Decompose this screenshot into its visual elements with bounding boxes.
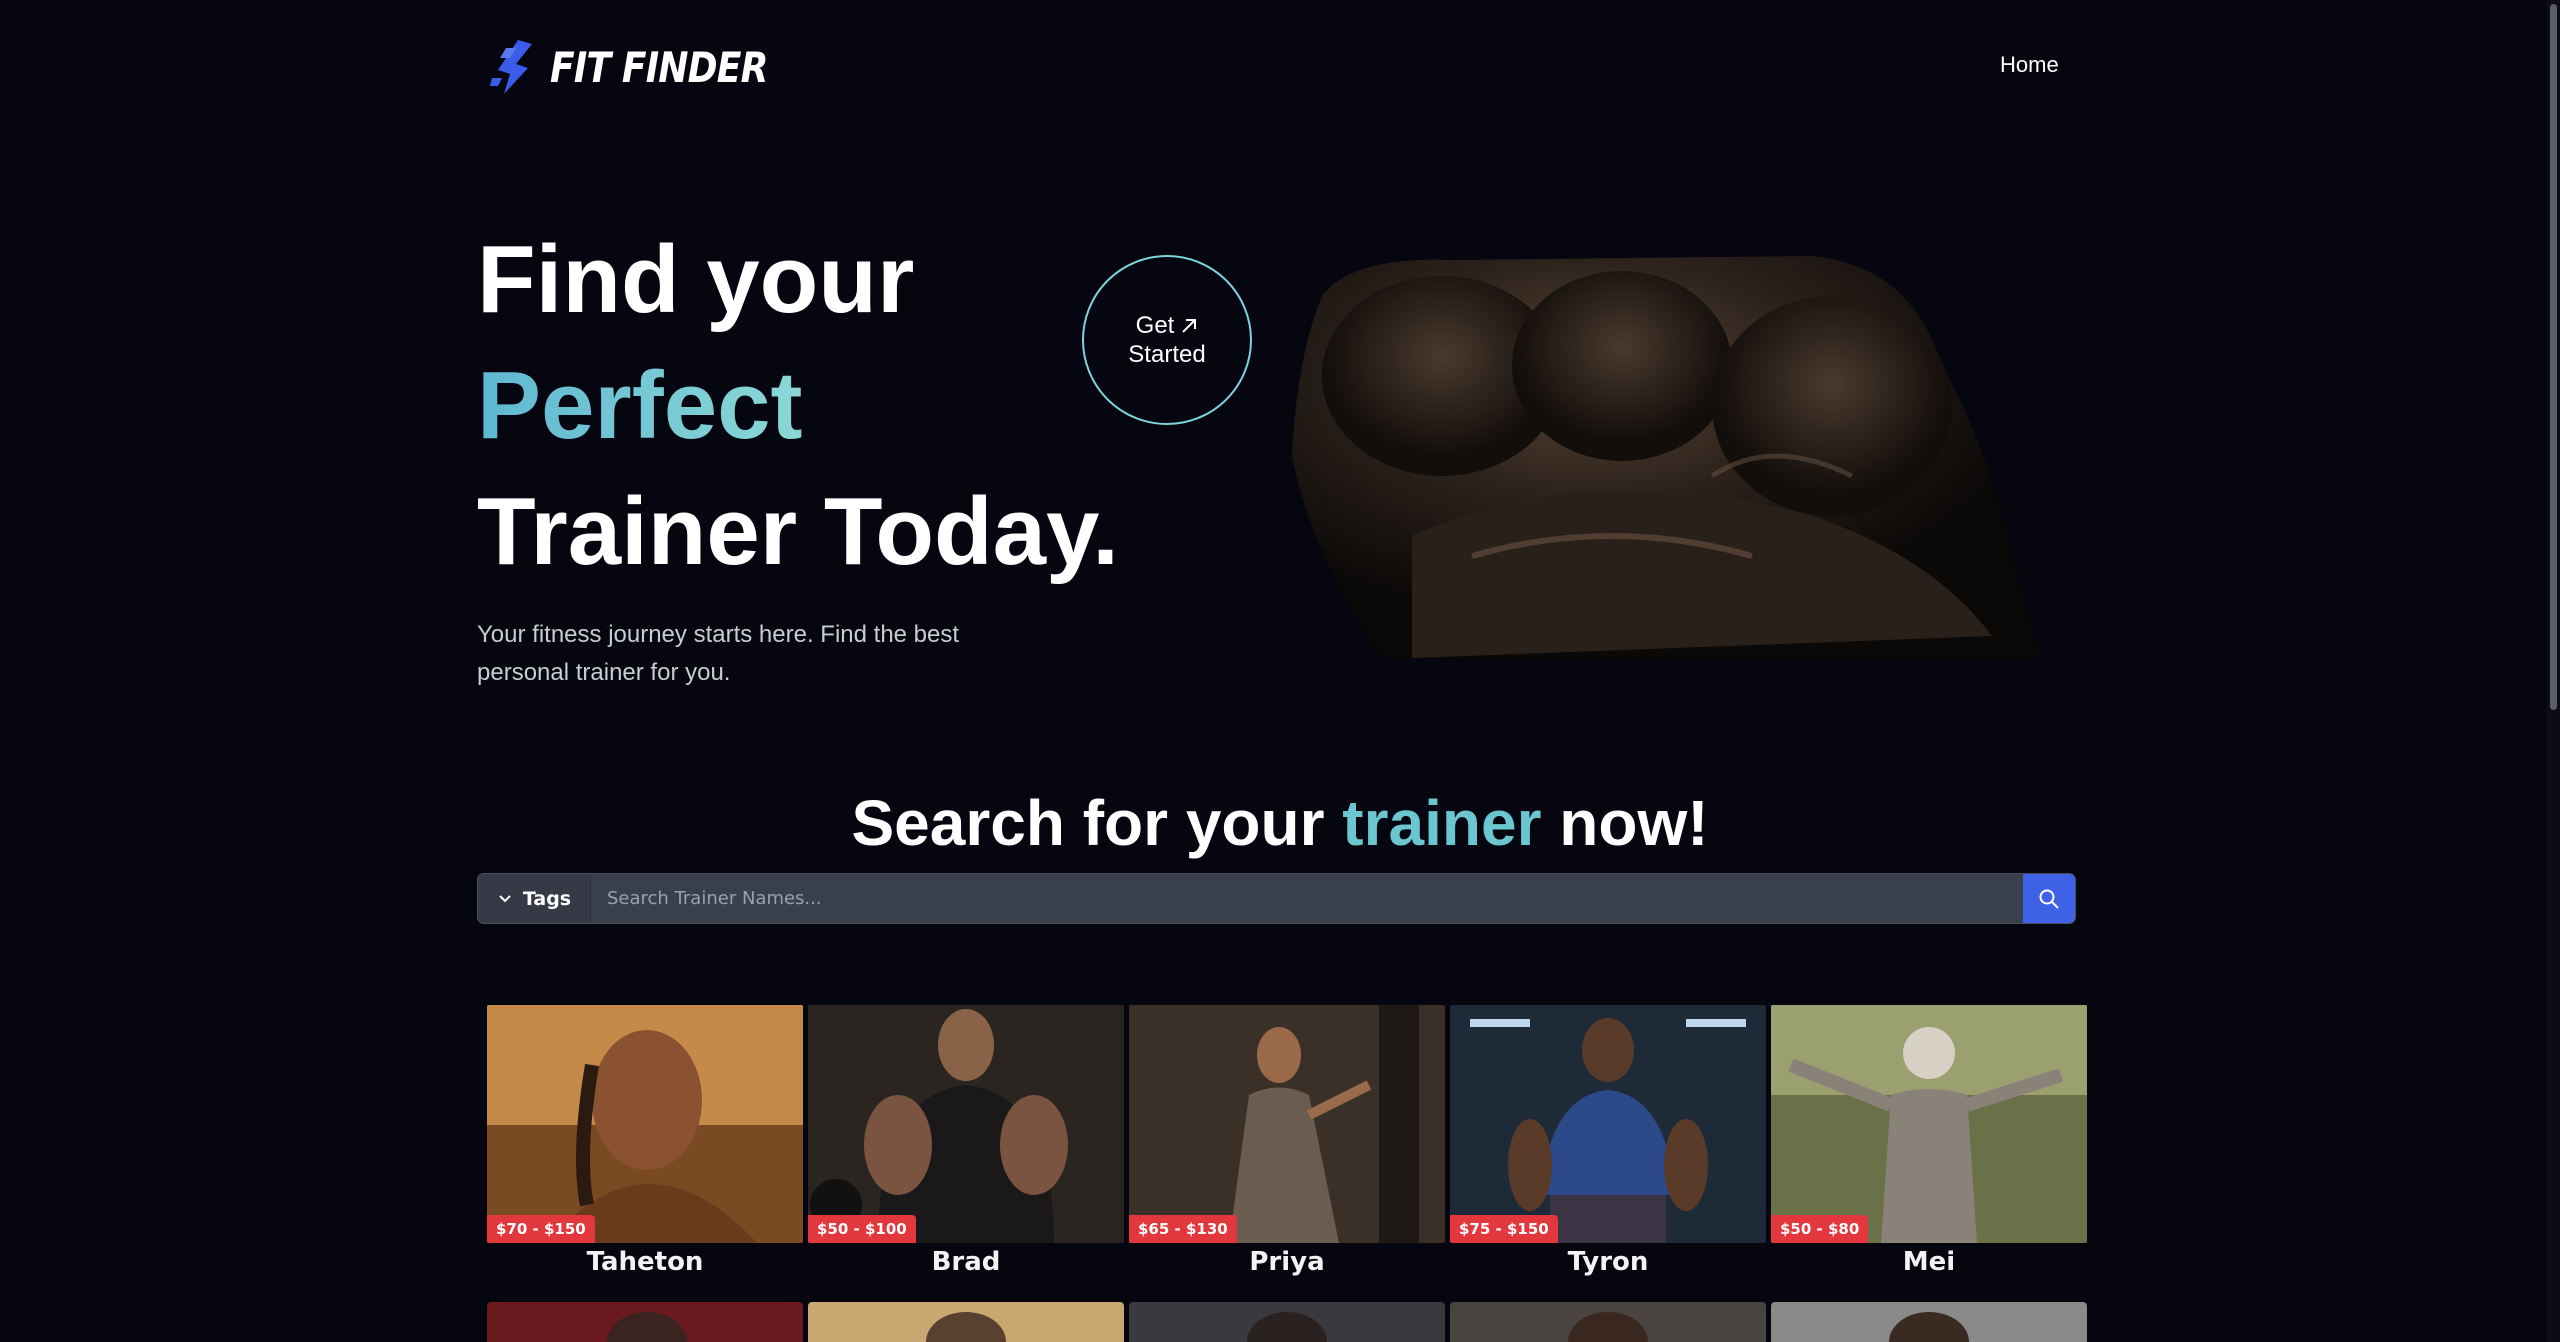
trainer-name: Mei bbox=[1902, 1247, 1956, 1277]
hero-subtitle: Your fitness journey starts here. Find t… bbox=[477, 621, 960, 686]
trainer-card-photo-partial[interactable] bbox=[808, 1302, 1124, 1342]
search-heading-part-2: now! bbox=[1559, 787, 1709, 859]
trainer-card[interactable]: $70 - $150 Taheton bbox=[487, 1005, 803, 1277]
price-badge: $70 - $150 bbox=[487, 1215, 595, 1243]
trainer-card-photo-partial[interactable] bbox=[1771, 1302, 2087, 1342]
tags-dropdown[interactable]: Tags bbox=[478, 874, 591, 923]
trainer-card[interactable]: $50 - $80 Mei bbox=[1771, 1005, 2087, 1277]
hero-title-line-1: Find your bbox=[477, 226, 915, 333]
cta-label-line-1: Get bbox=[1135, 312, 1175, 339]
trainer-photo: $65 - $130 bbox=[1129, 1005, 1445, 1243]
trainer-name: Taheton bbox=[586, 1247, 704, 1277]
trainer-card-photo-partial[interactable] bbox=[487, 1302, 803, 1342]
search-heading: Search for your trainer now! bbox=[0, 786, 2560, 860]
trainer-photo: $50 - $80 bbox=[1771, 1005, 2087, 1243]
logo-text: FIT FINDER bbox=[550, 42, 768, 92]
trainer-photo: $50 - $100 bbox=[808, 1005, 1124, 1243]
chevron-down-icon bbox=[499, 894, 511, 902]
trainer-card[interactable]: $50 - $100 Brad bbox=[808, 1005, 1124, 1277]
logo[interactable]: FIT FINDER bbox=[488, 38, 803, 96]
trainer-photo: $70 - $150 bbox=[487, 1005, 803, 1243]
arrow-up-right-icon bbox=[1182, 318, 1197, 333]
get-started-button[interactable]: Get Started bbox=[1082, 255, 1252, 425]
trainer-name: Brad bbox=[931, 1247, 1001, 1277]
search-heading-accent: trainer bbox=[1342, 787, 1542, 859]
price-badge: $50 - $80 bbox=[1771, 1215, 1869, 1243]
trainer-card-photo-partial[interactable] bbox=[1450, 1302, 1766, 1342]
search-heading-part-1: Search for your bbox=[851, 787, 1325, 859]
search-button[interactable] bbox=[2023, 874, 2075, 923]
trainer-name: Priya bbox=[1249, 1247, 1325, 1277]
price-badge: $50 - $100 bbox=[808, 1215, 916, 1243]
price-badge: $75 - $150 bbox=[1450, 1215, 1558, 1243]
scrollbar-thumb[interactable] bbox=[2550, 4, 2557, 710]
hero-title-line-2: Perfect bbox=[477, 352, 803, 459]
trainer-photo: $75 - $150 bbox=[1450, 1005, 1766, 1243]
tags-label: Tags bbox=[522, 887, 572, 910]
runner-icon bbox=[490, 40, 532, 94]
search-input[interactable] bbox=[591, 874, 2023, 923]
trainer-name: Tyron bbox=[1567, 1247, 1649, 1277]
hero-title-line-3: Trainer Today. bbox=[477, 478, 1119, 585]
price-badge: $65 - $130 bbox=[1129, 1215, 1237, 1243]
trainer-card[interactable]: $65 - $130 Priya bbox=[1129, 1005, 1445, 1277]
trainer-card[interactable]: $75 - $150 Tyron bbox=[1450, 1005, 1766, 1277]
nav-link-home[interactable]: Home bbox=[2000, 52, 2059, 78]
search-bar: Tags bbox=[477, 873, 2076, 924]
search-icon bbox=[2039, 889, 2059, 909]
trainer-card-photo-partial[interactable] bbox=[1129, 1302, 1445, 1342]
hero-image bbox=[1292, 256, 2040, 658]
cta-label-line-2: Started bbox=[1128, 341, 1206, 368]
